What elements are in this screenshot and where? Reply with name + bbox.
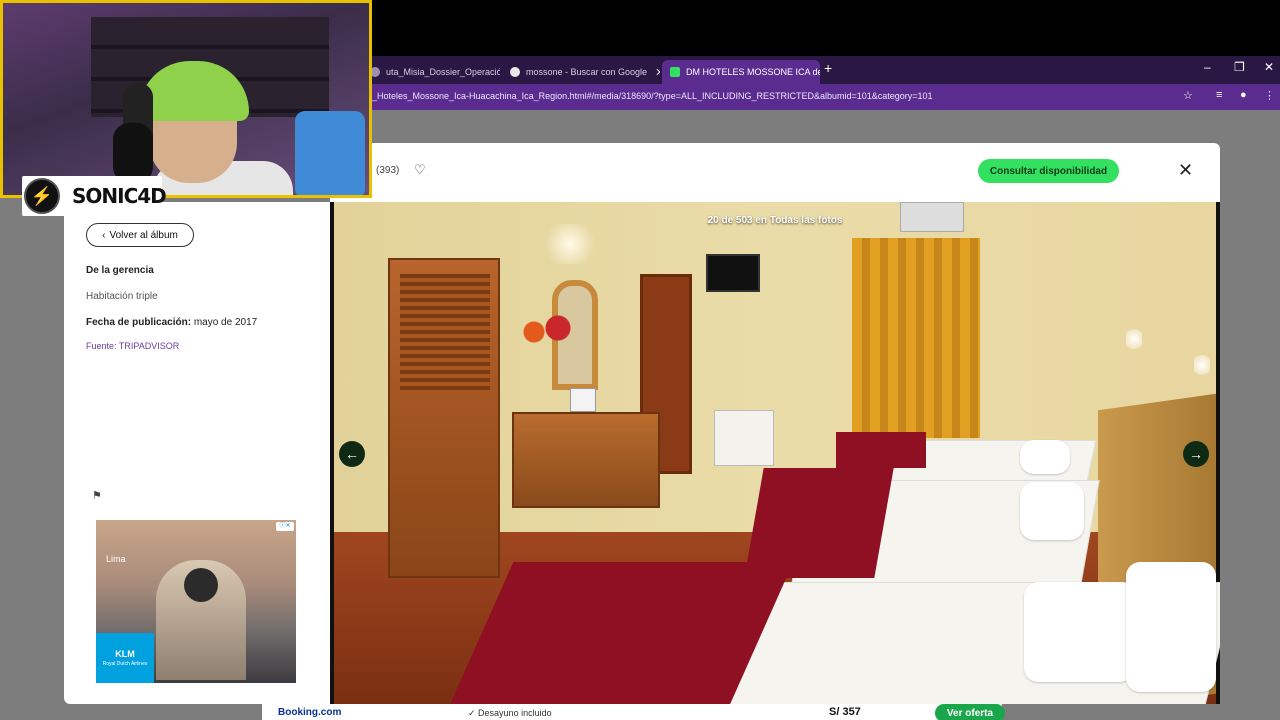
tripadvisor-favicon-icon [670, 67, 680, 77]
photo-caption: Habitación triple [86, 291, 158, 302]
heart-icon[interactable]: ♡ [414, 162, 426, 178]
amenity-text: ✓ Desayuno incluido [468, 708, 552, 718]
photo-blanket [836, 432, 926, 468]
photo-minifridge [714, 410, 774, 466]
tab-title: uta_Misia_Dossier_Operación_ [386, 67, 500, 77]
profile-icon[interactable]: ● [1240, 89, 1247, 101]
tab-hotel-active[interactable]: DM HOTELES MOSSONE ICA de ✕ [662, 60, 820, 84]
photo-source-link[interactable]: Fuente: TRIPADVISOR [86, 341, 179, 351]
ad-choices-icon[interactable]: ⓘ✕ [276, 522, 294, 531]
minimize-icon[interactable]: – [1204, 60, 1211, 74]
offer-price: S/ 357 [829, 706, 861, 718]
publish-date: Fecha de publicación: mayo de 2017 [86, 317, 257, 328]
photo-laptop [570, 388, 596, 412]
tab-google-search[interactable]: mossone - Buscar con Google ✕ [502, 60, 660, 84]
ad-city-label: Lima [106, 554, 126, 564]
chevron-left-icon: ‹ [102, 229, 106, 241]
webcam-overlay [0, 0, 372, 198]
photo-modal-header: (393) ♡ Consultar disponibilidad ✕ [330, 143, 1220, 202]
photo-tv [706, 254, 760, 292]
hotel-room-photo: 20 de 503 en Todas las fotos ← → [330, 202, 1220, 704]
check-availability-button[interactable]: Consultar disponibilidad [978, 159, 1119, 183]
view-offer-button[interactable]: Ver oferta [935, 704, 1005, 720]
photo-counter: 20 de 503 en Todas las fotos [707, 215, 843, 226]
lightning-logo-icon: ⚡ [24, 178, 60, 214]
klm-brand: KLM [115, 649, 135, 659]
back-label: Volver al álbum [109, 229, 178, 241]
next-photo-arrow-icon[interactable]: → [1183, 441, 1209, 467]
webcam-microphone [113, 123, 153, 183]
photo-info-sidebar: ‹ Volver al álbum De la gerencia Habitac… [64, 202, 330, 704]
window-close-icon[interactable]: ✕ [1264, 60, 1274, 74]
photo-pillow [1020, 482, 1084, 540]
review-count: (393) [376, 165, 400, 176]
photo-pillow [1020, 440, 1070, 474]
webcam-chair [295, 111, 365, 195]
photo-owner: De la gerencia [86, 265, 154, 276]
tab-close-icon[interactable]: ✕ [655, 66, 660, 79]
photo-flowers [516, 312, 576, 352]
publish-date-value: mayo de 2017 [193, 317, 258, 328]
photo-pillow [1024, 582, 1134, 682]
photo-dresser [512, 412, 660, 508]
photo-curtain [852, 238, 980, 438]
photo-sconce [1126, 326, 1142, 352]
publish-date-label: Fecha de publicación: [86, 317, 192, 328]
restore-icon[interactable]: ❐ [1234, 60, 1245, 74]
photo-pillow [1126, 562, 1216, 692]
channel-name: SONIC4D [72, 184, 167, 208]
report-flag-icon[interactable]: ⚑ [92, 489, 102, 502]
previous-photo-arrow-icon[interactable]: ← [339, 441, 365, 467]
tab-title: mossone - Buscar con Google [526, 67, 648, 77]
photo-sconce [1194, 352, 1210, 378]
channel-logo: ⚡ SONIC4D [22, 176, 167, 216]
url-field[interactable]: _Hoteles_Mossone_Ica-Huacachina_Ica_Regi… [372, 91, 933, 101]
extensions-icon[interactable]: ≡ [1216, 89, 1222, 101]
bookmark-star-icon[interactable]: ☆ [1183, 89, 1193, 102]
photo-light [540, 224, 600, 264]
menu-kebab-icon[interactable]: ⋮ [1264, 89, 1275, 102]
photo-wardrobe [388, 258, 500, 578]
advertisement[interactable]: Lima ⓘ✕ KLM Royal Dutch Airlines [96, 520, 296, 683]
tab-title: DM HOTELES MOSSONE ICA de [686, 67, 820, 77]
offer-row: Booking.com ✓ Desayuno incluido S/ 357 V… [262, 704, 1005, 720]
close-icon[interactable]: ✕ [1178, 160, 1193, 181]
provider-name: Booking.com [278, 707, 342, 718]
klm-tagline: Royal Dutch Airlines [102, 661, 148, 667]
tab-dossier[interactable]: uta_Misia_Dossier_Operación_ ✕ [362, 60, 500, 84]
google-favicon-icon [510, 67, 520, 77]
ad-dome [184, 568, 218, 602]
new-tab-button[interactable]: + [824, 60, 832, 76]
back-to-album-button[interactable]: ‹ Volver al álbum [86, 223, 194, 247]
klm-logo: KLM Royal Dutch Airlines [96, 633, 154, 683]
